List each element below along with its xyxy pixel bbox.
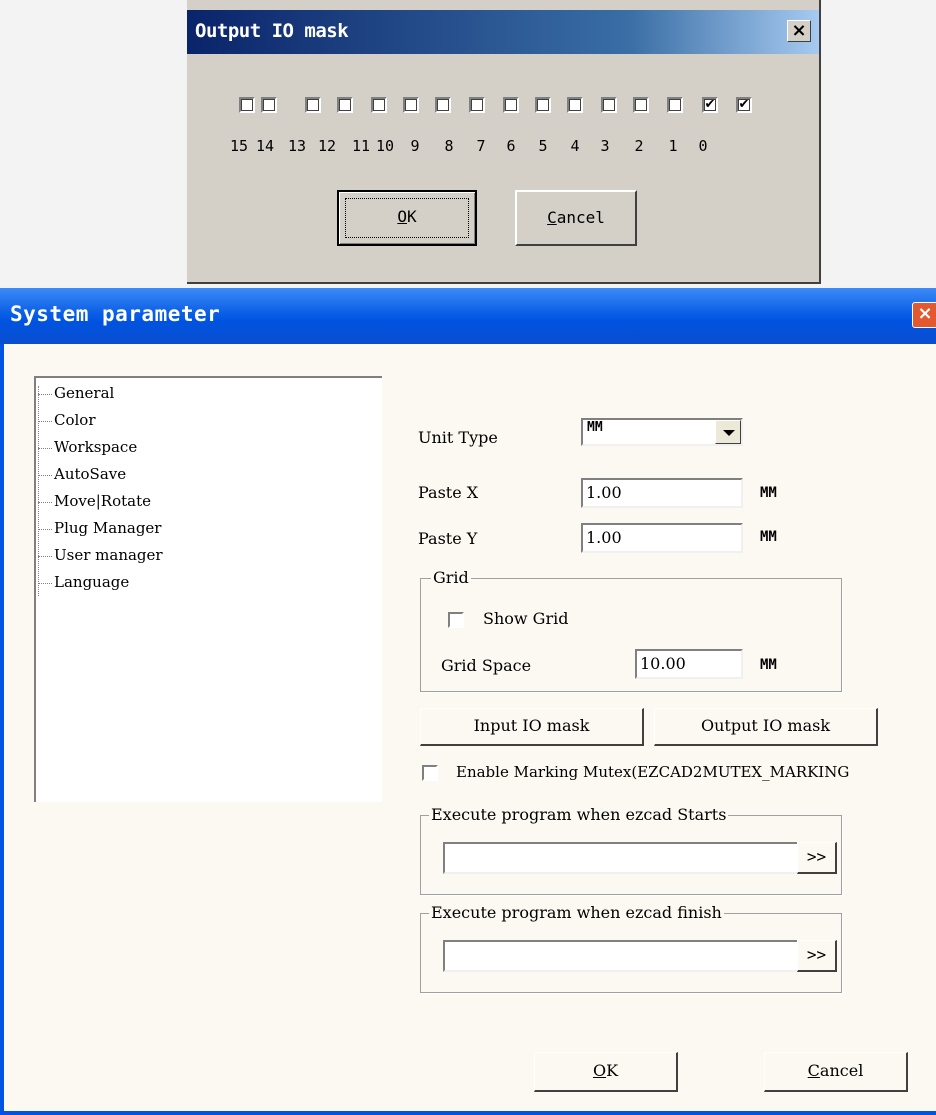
bit-11-checkbox[interactable]	[371, 97, 387, 113]
bit-5-checkbox[interactable]	[567, 97, 583, 113]
bit-14-checkbox[interactable]	[261, 97, 277, 113]
unit-type-value: MM	[587, 420, 603, 435]
bit-2-checkbox[interactable]	[667, 97, 683, 113]
tree-branch-line	[38, 421, 52, 422]
execute-on-start-input[interactable]	[443, 842, 799, 874]
execute-on-start-caption: Execute program when ezcad Starts	[429, 805, 729, 824]
sys-cancel-button[interactable]: Cancel	[764, 1052, 908, 1092]
io-cancel-button[interactable]: Cancel	[515, 190, 637, 246]
io-dialog-title: Output IO mask	[195, 20, 349, 42]
execute-on-finish-group: Execute program when ezcad finish >>	[420, 903, 842, 993]
bit-10-label: 10	[375, 137, 395, 155]
settings-tree[interactable]: General Color Workspace AutoSave Move|Rotate…	[34, 376, 382, 802]
paste-y-label: Paste Y	[418, 529, 478, 548]
focus-rectangle	[345, 198, 469, 238]
io-dialog-titlebar[interactable]: Output IO mask ×	[187, 10, 819, 54]
tree-branch-line	[38, 475, 52, 476]
cancel-mnemonic: C	[807, 1061, 820, 1080]
bit-7-label: 7	[476, 137, 486, 155]
sys-dialog-title: System parameter	[10, 302, 221, 326]
bit-5-label: 5	[538, 137, 548, 155]
bit-0-label: 0	[698, 137, 708, 155]
bit-12-checkbox[interactable]	[337, 97, 353, 113]
system-parameter-dialog: System parameter × General Color Workspace…	[0, 288, 936, 1115]
ok-label-rest: K	[606, 1061, 619, 1080]
cancel-mnemonic: C	[547, 208, 557, 227]
tree-item-general[interactable]: General	[54, 384, 114, 402]
ok-mnemonic: O	[592, 1061, 607, 1080]
execute-on-finish-input[interactable]	[443, 940, 799, 972]
bit-0-checkbox[interactable]: ✔	[736, 97, 752, 113]
bit-14-label: 14	[255, 137, 275, 155]
enable-marking-mutex-label: Enable Marking Mutex(EZCAD2MUTEX_MARKING	[456, 763, 850, 781]
bit-15-label: 15	[229, 137, 249, 155]
bit-15-checkbox[interactable]	[239, 97, 255, 113]
tree-branch-line	[38, 394, 52, 395]
show-grid-checkbox[interactable]	[448, 612, 464, 628]
tree-connector-line	[38, 386, 39, 596]
tree-item-language[interactable]: Language	[54, 573, 129, 591]
sys-ok-button[interactable]: OK	[534, 1052, 678, 1092]
io-ok-button[interactable]: OK	[337, 190, 477, 246]
bit-3-checkbox[interactable]	[633, 97, 649, 113]
bit-3-label: 3	[600, 137, 610, 155]
bit-10-checkbox[interactable]	[403, 97, 419, 113]
unit-type-select[interactable]: MM	[581, 418, 743, 446]
bit-1-label: 1	[668, 137, 678, 155]
cancel-label-rest: ancel	[819, 1061, 864, 1080]
bit-13-checkbox[interactable]	[305, 97, 321, 113]
tree-branch-line	[38, 556, 52, 557]
input-io-mask-button[interactable]: Input IO mask	[420, 708, 644, 746]
bit-6-label: 6	[506, 137, 516, 155]
bit-9-label: 9	[410, 137, 420, 155]
bit-13-label: 13	[287, 137, 307, 155]
browse-start-button[interactable]: >>	[797, 842, 837, 874]
tree-item-plug-manager[interactable]: Plug Manager	[54, 519, 161, 537]
cancel-label-rest: ancel	[556, 208, 605, 227]
tree-branch-line	[38, 583, 52, 584]
output-io-mask-dialog: Output IO mask × 15 14 13 12 11 10 9 8 7 6 5 4 3 2 ✔ 1 ✔…	[187, 0, 821, 284]
paste-y-input[interactable]: 1.00	[581, 523, 743, 553]
grid-group: Grid Show Grid Grid Space 10.00 MM	[420, 568, 842, 692]
tree-item-user-manager[interactable]: User manager	[54, 546, 163, 564]
paste-x-input[interactable]: 1.00	[581, 478, 743, 508]
tree-item-color[interactable]: Color	[54, 411, 96, 429]
paste-x-label: Paste X	[418, 483, 479, 502]
bit-8-label: 8	[444, 137, 454, 155]
enable-marking-mutex-checkbox[interactable]	[422, 765, 438, 781]
paste-y-unit: MM	[760, 529, 777, 545]
tree-item-move-rotate[interactable]: Move|Rotate	[54, 492, 151, 510]
tree-branch-line	[38, 529, 52, 530]
chevron-down-icon[interactable]	[715, 420, 741, 444]
close-icon[interactable]: ×	[787, 20, 811, 42]
tree-branch-line	[38, 502, 52, 503]
browse-finish-button[interactable]: >>	[797, 940, 837, 972]
bit-4-checkbox[interactable]	[601, 97, 617, 113]
bit-4-label: 4	[570, 137, 580, 155]
bit-7-checkbox[interactable]	[503, 97, 519, 113]
bit-11-label: 11	[351, 137, 371, 155]
bit-9-checkbox[interactable]	[435, 97, 451, 113]
sys-dialog-titlebar[interactable]: System parameter ×	[0, 288, 936, 344]
grid-space-input[interactable]: 10.00	[635, 649, 743, 679]
grid-space-unit: MM	[760, 657, 777, 673]
bit-6-checkbox[interactable]	[535, 97, 551, 113]
tree-item-workspace[interactable]: Workspace	[54, 438, 137, 456]
tree-branch-line	[38, 448, 52, 449]
execute-on-start-group: Execute program when ezcad Starts >>	[420, 805, 842, 895]
unit-type-label: Unit Type	[418, 428, 498, 447]
show-grid-label: Show Grid	[483, 609, 569, 628]
paste-x-unit: MM	[760, 485, 777, 501]
close-icon[interactable]: ×	[912, 302, 936, 328]
output-io-mask-button[interactable]: Output IO mask	[654, 708, 878, 746]
execute-on-finish-caption: Execute program when ezcad finish	[429, 903, 724, 922]
bit-1-checkbox[interactable]: ✔	[702, 97, 718, 113]
bit-12-label: 12	[317, 137, 337, 155]
grid-space-label: Grid Space	[441, 656, 532, 675]
tree-item-autosave[interactable]: AutoSave	[54, 465, 126, 483]
bit-8-checkbox[interactable]	[469, 97, 485, 113]
grid-group-caption: Grid	[431, 568, 471, 587]
bit-2-label: 2	[634, 137, 644, 155]
